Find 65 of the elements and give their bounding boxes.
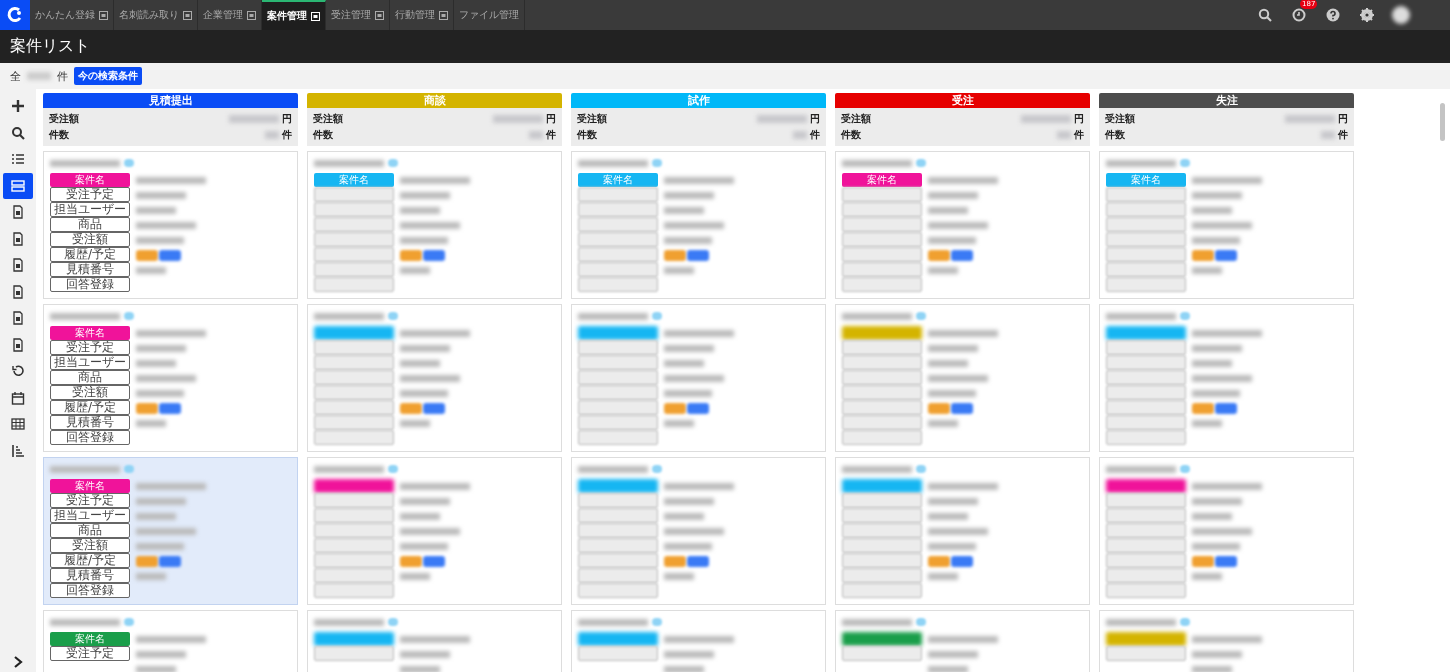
summary-label: 受注額 [841, 112, 871, 126]
stage-header: 商談 [307, 93, 562, 108]
deal-name-tag: 案件名 [50, 326, 130, 340]
field-label: 履歴/予定 [50, 553, 130, 568]
unit-label: 件 [810, 128, 820, 142]
total-label: 全 [10, 68, 21, 84]
summary-label: 受注額 [1105, 112, 1135, 126]
stage-header: 受注 [835, 93, 1090, 108]
summary-label: 件数 [1105, 128, 1125, 142]
summary-label: 件数 [577, 128, 597, 142]
page-title: 案件リスト [10, 36, 90, 57]
deal-card[interactable]: 案件名 受注予定 担当ユーザー 商品 受注額 履歴/予定 見積番号 回答登録 [43, 457, 298, 605]
deal-name-tag: 案件名 [578, 173, 658, 187]
field-label: 受注予定 [50, 493, 130, 508]
unit-label: 件 [282, 128, 292, 142]
deal-card[interactable]: 案件名 受注予定 担当ユーザー 商品 受注額 履歴/予定 見積番号 回答登録 [43, 304, 298, 452]
stage-header: 見積提出 [43, 93, 298, 108]
deal-name-tag: 案件名 [50, 632, 130, 646]
unit-label: 円 [1338, 112, 1348, 126]
deal-name-tag: 案件名 [50, 173, 130, 187]
unit-label: 円 [546, 112, 556, 126]
field-label: 受注予定 [50, 646, 130, 661]
deal-name-tag: 案件名 [1106, 173, 1186, 187]
deal-name-tag: 案件名 [50, 479, 130, 493]
field-label: 受注予定 [50, 340, 130, 355]
field-label: 商品 [50, 523, 130, 538]
summary-label: 件数 [841, 128, 861, 142]
deal-name-tag: 案件名 [842, 173, 922, 187]
deal-card[interactable]: 案件名 受注予定 [43, 610, 298, 672]
count-unit: 件 [57, 68, 68, 84]
field-label: 見積番号 [50, 415, 130, 430]
field-label: 履歴/予定 [50, 400, 130, 415]
nav-tab[interactable]: 案件管理 [262, 0, 326, 30]
field-label: 担当ユーザー [50, 355, 130, 370]
stage-header: 試作 [571, 93, 826, 108]
stage-header: 失注 [1099, 93, 1354, 108]
summary-label: 受注額 [577, 112, 607, 126]
field-label: 見積番号 [50, 262, 130, 277]
deal-name-tag: 案件名 [314, 173, 394, 187]
unit-label: 件 [1074, 128, 1084, 142]
deal-card[interactable]: 案件名 受注予定 担当ユーザー 商品 受注額 履歴/予定 見積番号 回答登録 [43, 151, 298, 299]
deal-card[interactable]: 案件名 [835, 151, 1090, 299]
field-label: 履歴/予定 [50, 247, 130, 262]
field-label: 商品 [50, 217, 130, 232]
summary-label: 件数 [49, 128, 69, 142]
field-label: 商品 [50, 370, 130, 385]
field-label: 回答登録 [50, 430, 130, 445]
field-label: 回答登録 [50, 277, 130, 292]
unit-label: 件 [1338, 128, 1348, 142]
summary-label: 受注額 [313, 112, 343, 126]
unit-label: 件 [546, 128, 556, 142]
field-label: 見積番号 [50, 568, 130, 583]
unit-label: 円 [1074, 112, 1084, 126]
field-label: 担当ユーザー [50, 202, 130, 217]
summary-label: 件数 [313, 128, 333, 142]
unit-label: 円 [810, 112, 820, 126]
field-label: 受注予定 [50, 187, 130, 202]
field-label: 受注額 [50, 538, 130, 553]
field-label: 受注額 [50, 385, 130, 400]
field-label: 担当ユーザー [50, 508, 130, 523]
field-label: 回答登録 [50, 583, 130, 598]
field-label: 受注額 [50, 232, 130, 247]
unit-label: 円 [282, 112, 292, 126]
summary-label: 受注額 [49, 112, 79, 126]
search-condition-button[interactable]: 今の検索条件 [74, 67, 142, 85]
